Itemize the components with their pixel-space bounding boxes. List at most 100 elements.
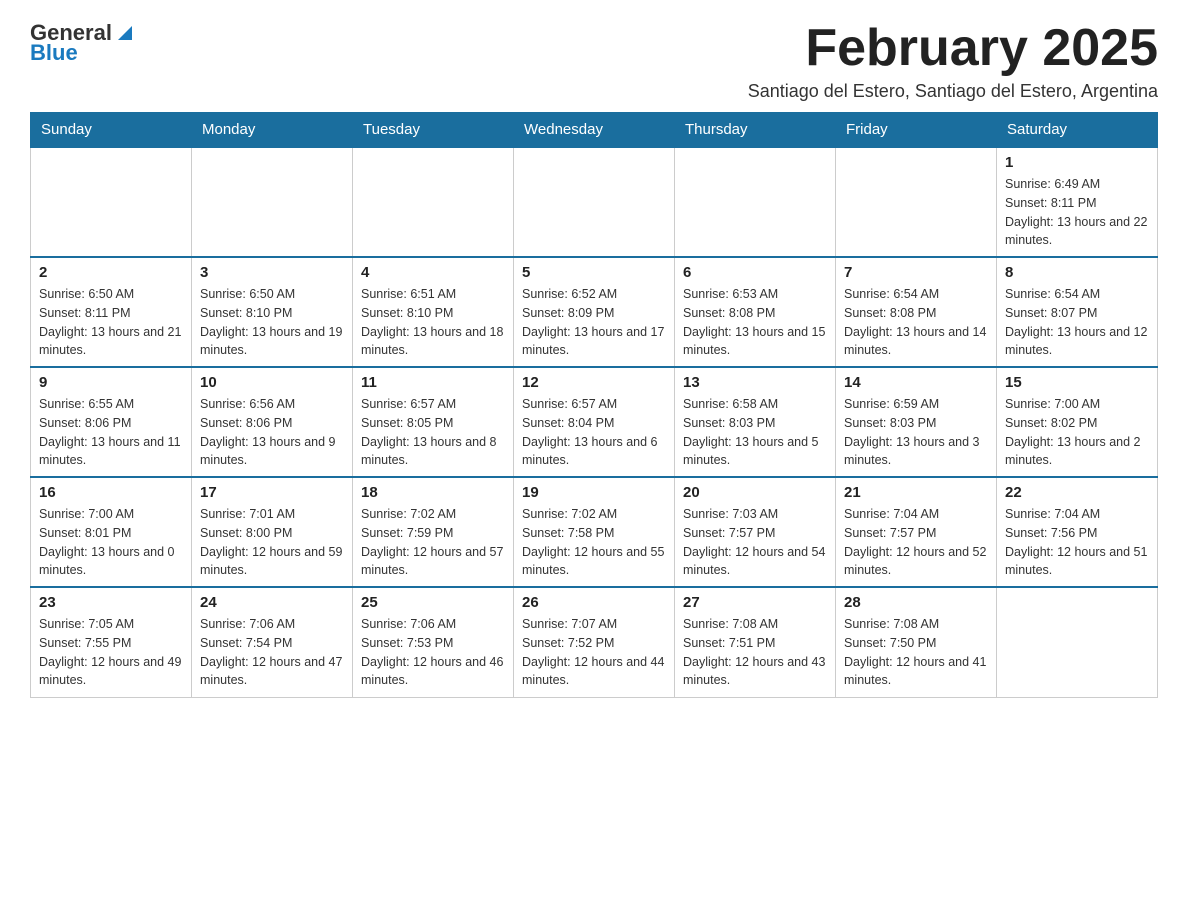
day-number: 26	[522, 594, 666, 611]
calendar-cell	[514, 147, 675, 257]
calendar-cell: 17 Sunrise: 7:01 AMSunset: 8:00 PMDayligh…	[192, 477, 353, 587]
calendar-cell: 2 Sunrise: 6:50 AMSunset: 8:11 PMDaylight…	[31, 257, 192, 367]
calendar-week-1: 1 Sunrise: 6:49 AMSunset: 8:11 PMDaylight…	[31, 147, 1158, 257]
day-number: 1	[1005, 154, 1149, 171]
page-header: General Blue February 2025 Santiago del …	[30, 20, 1158, 102]
day-number: 20	[683, 484, 827, 501]
calendar-cell: 19 Sunrise: 7:02 AMSunset: 7:58 PMDayligh…	[514, 477, 675, 587]
day-number: 6	[683, 264, 827, 281]
calendar-cell: 6 Sunrise: 6:53 AMSunset: 8:08 PMDaylight…	[675, 257, 836, 367]
calendar-cell: 1 Sunrise: 6:49 AMSunset: 8:11 PMDaylight…	[997, 147, 1158, 257]
day-info: Sunrise: 6:50 AMSunset: 8:10 PMDaylight:…	[200, 285, 344, 360]
day-info: Sunrise: 7:04 AMSunset: 7:56 PMDaylight:…	[1005, 505, 1149, 580]
day-number: 19	[522, 484, 666, 501]
day-number: 24	[200, 594, 344, 611]
day-info: Sunrise: 7:01 AMSunset: 8:00 PMDaylight:…	[200, 505, 344, 580]
logo-icon	[114, 22, 136, 44]
calendar-cell: 25 Sunrise: 7:06 AMSunset: 7:53 PMDayligh…	[353, 587, 514, 697]
calendar-cell: 26 Sunrise: 7:07 AMSunset: 7:52 PMDayligh…	[514, 587, 675, 697]
calendar-cell: 12 Sunrise: 6:57 AMSunset: 8:04 PMDayligh…	[514, 367, 675, 477]
calendar-cell: 3 Sunrise: 6:50 AMSunset: 8:10 PMDaylight…	[192, 257, 353, 367]
logo: General Blue	[30, 20, 136, 66]
day-info: Sunrise: 7:02 AMSunset: 7:58 PMDaylight:…	[522, 505, 666, 580]
calendar-cell: 15 Sunrise: 7:00 AMSunset: 8:02 PMDayligh…	[997, 367, 1158, 477]
month-title: February 2025	[748, 20, 1158, 77]
day-info: Sunrise: 7:03 AMSunset: 7:57 PMDaylight:…	[683, 505, 827, 580]
calendar-week-5: 23 Sunrise: 7:05 AMSunset: 7:55 PMDayligh…	[31, 587, 1158, 697]
day-number: 11	[361, 374, 505, 391]
calendar-cell	[675, 147, 836, 257]
calendar-cell: 7Sunrise: 6:54 AMSunset: 8:08 PMDaylight…	[836, 257, 997, 367]
calendar-cell: 24 Sunrise: 7:06 AMSunset: 7:54 PMDayligh…	[192, 587, 353, 697]
day-number: 21	[844, 484, 988, 501]
day-info: Sunrise: 6:53 AMSunset: 8:08 PMDaylight:…	[683, 285, 827, 360]
day-info: Sunrise: 6:55 AMSunset: 8:06 PMDaylight:…	[39, 395, 183, 470]
weekday-header-tuesday: Tuesday	[353, 113, 514, 148]
weekday-header-wednesday: Wednesday	[514, 113, 675, 148]
logo-blue: Blue	[30, 40, 78, 66]
calendar-cell: 11 Sunrise: 6:57 AMSunset: 8:05 PMDayligh…	[353, 367, 514, 477]
day-info: Sunrise: 7:02 AMSunset: 7:59 PMDaylight:…	[361, 505, 505, 580]
day-info: Sunrise: 6:51 AMSunset: 8:10 PMDaylight:…	[361, 285, 505, 360]
calendar-cell	[31, 147, 192, 257]
day-number: 9	[39, 374, 183, 391]
day-info: Sunrise: 6:57 AMSunset: 8:05 PMDaylight:…	[361, 395, 505, 470]
day-info: Sunrise: 6:59 AMSunset: 8:03 PMDaylight:…	[844, 395, 988, 470]
calendar-cell	[353, 147, 514, 257]
calendar-cell: 16Sunrise: 7:00 AMSunset: 8:01 PMDayligh…	[31, 477, 192, 587]
day-info: Sunrise: 7:06 AMSunset: 7:54 PMDaylight:…	[200, 615, 344, 690]
day-number: 17	[200, 484, 344, 501]
calendar-cell	[192, 147, 353, 257]
day-number: 4	[361, 264, 505, 281]
calendar-cell	[997, 587, 1158, 697]
day-number: 2	[39, 264, 183, 281]
day-number: 25	[361, 594, 505, 611]
day-info: Sunrise: 6:54 AMSunset: 8:08 PMDaylight:…	[844, 285, 988, 360]
day-number: 22	[1005, 484, 1149, 501]
day-number: 14	[844, 374, 988, 391]
calendar-week-3: 9 Sunrise: 6:55 AMSunset: 8:06 PMDaylight…	[31, 367, 1158, 477]
day-info: Sunrise: 7:00 AMSunset: 8:02 PMDaylight:…	[1005, 395, 1149, 470]
weekday-header-sunday: Sunday	[31, 113, 192, 148]
calendar-header: SundayMondayTuesdayWednesdayThursdayFrid…	[31, 113, 1158, 148]
day-number: 28	[844, 594, 988, 611]
calendar-cell: 9 Sunrise: 6:55 AMSunset: 8:06 PMDaylight…	[31, 367, 192, 477]
day-number: 27	[683, 594, 827, 611]
calendar-cell: 21 Sunrise: 7:04 AMSunset: 7:57 PMDayligh…	[836, 477, 997, 587]
calendar-cell: 18 Sunrise: 7:02 AMSunset: 7:59 PMDayligh…	[353, 477, 514, 587]
calendar-cell: 14 Sunrise: 6:59 AMSunset: 8:03 PMDayligh…	[836, 367, 997, 477]
calendar-table: SundayMondayTuesdayWednesdayThursdayFrid…	[30, 112, 1158, 698]
day-info: Sunrise: 7:00 AMSunset: 8:01 PMDaylight:…	[39, 505, 183, 580]
calendar-week-4: 16Sunrise: 7:00 AMSunset: 8:01 PMDayligh…	[31, 477, 1158, 587]
day-number: 3	[200, 264, 344, 281]
day-info: Sunrise: 7:06 AMSunset: 7:53 PMDaylight:…	[361, 615, 505, 690]
day-info: Sunrise: 7:04 AMSunset: 7:57 PMDaylight:…	[844, 505, 988, 580]
day-number: 18	[361, 484, 505, 501]
calendar-cell	[836, 147, 997, 257]
day-number: 10	[200, 374, 344, 391]
day-info: Sunrise: 6:50 AMSunset: 8:11 PMDaylight:…	[39, 285, 183, 360]
day-info: Sunrise: 7:08 AMSunset: 7:50 PMDaylight:…	[844, 615, 988, 690]
day-number: 8	[1005, 264, 1149, 281]
day-info: Sunrise: 6:56 AMSunset: 8:06 PMDaylight:…	[200, 395, 344, 470]
day-info: Sunrise: 6:49 AMSunset: 8:11 PMDaylight:…	[1005, 175, 1149, 250]
calendar-week-2: 2 Sunrise: 6:50 AMSunset: 8:11 PMDaylight…	[31, 257, 1158, 367]
weekday-header-saturday: Saturday	[997, 113, 1158, 148]
calendar-cell: 23 Sunrise: 7:05 AMSunset: 7:55 PMDayligh…	[31, 587, 192, 697]
day-info: Sunrise: 6:54 AMSunset: 8:07 PMDaylight:…	[1005, 285, 1149, 360]
day-number: 12	[522, 374, 666, 391]
calendar-cell: 8 Sunrise: 6:54 AMSunset: 8:07 PMDaylight…	[997, 257, 1158, 367]
calendar-body: 1 Sunrise: 6:49 AMSunset: 8:11 PMDaylight…	[31, 147, 1158, 697]
day-number: 15	[1005, 374, 1149, 391]
day-info: Sunrise: 7:07 AMSunset: 7:52 PMDaylight:…	[522, 615, 666, 690]
calendar-cell: 20 Sunrise: 7:03 AMSunset: 7:57 PMDayligh…	[675, 477, 836, 587]
day-number: 23	[39, 594, 183, 611]
weekday-header-thursday: Thursday	[675, 113, 836, 148]
day-info: Sunrise: 7:05 AMSunset: 7:55 PMDaylight:…	[39, 615, 183, 690]
day-number: 5	[522, 264, 666, 281]
calendar-cell: 10 Sunrise: 6:56 AMSunset: 8:06 PMDayligh…	[192, 367, 353, 477]
day-info: Sunrise: 6:57 AMSunset: 8:04 PMDaylight:…	[522, 395, 666, 470]
day-info: Sunrise: 6:52 AMSunset: 8:09 PMDaylight:…	[522, 285, 666, 360]
title-area: February 2025 Santiago del Estero, Santi…	[748, 20, 1158, 102]
calendar-cell: 27Sunrise: 7:08 AMSunset: 7:51 PMDayligh…	[675, 587, 836, 697]
